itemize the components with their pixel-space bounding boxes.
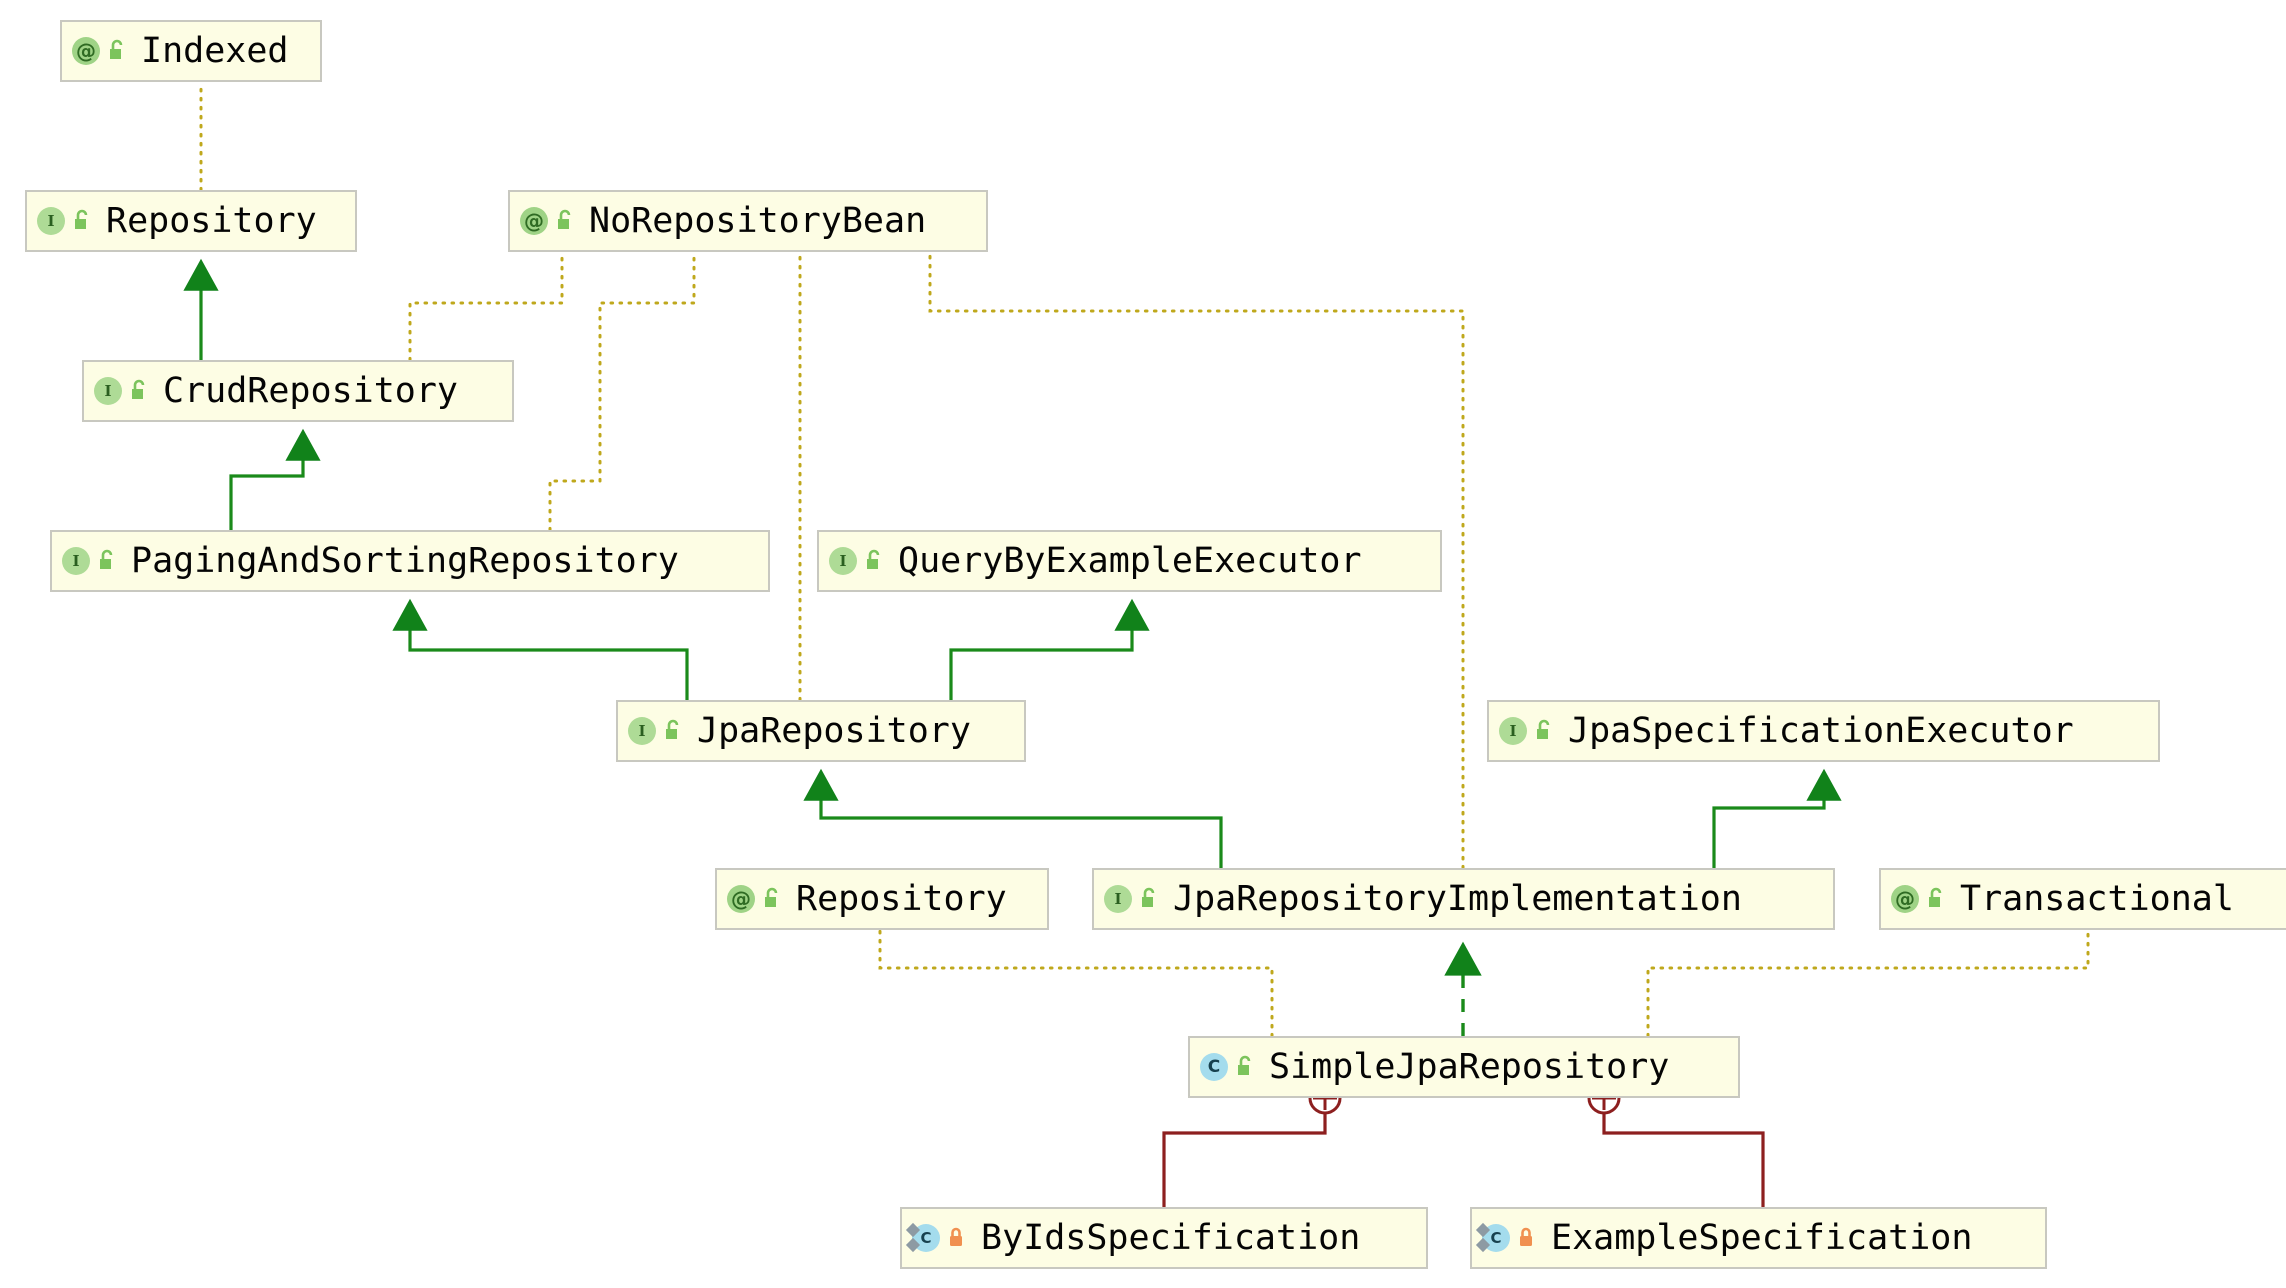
- node-label: JpaRepositoryImplementation: [1173, 879, 1742, 919]
- node-repository-annotation[interactable]: @ Repository: [715, 868, 1049, 930]
- open-lock-icon: [129, 379, 149, 403]
- closed-lock-icon: [1517, 1226, 1537, 1250]
- edge-pagingandsorting-extends-crudrepository: [229, 428, 321, 530]
- edge-jparepository-extends-pagingandsorting: [392, 598, 689, 700]
- node-label: QueryByExampleExecutor: [898, 541, 1362, 581]
- open-lock-icon: [107, 39, 127, 63]
- node-label: JpaRepository: [697, 711, 971, 751]
- open-lock-icon: [663, 719, 683, 743]
- interface-icon: I: [62, 547, 90, 575]
- node-label: Transactional: [1960, 879, 2234, 919]
- interface-icon: I: [37, 207, 65, 235]
- node-norepositorybean[interactable]: @ NoRepositoryBean: [508, 190, 988, 252]
- open-lock-icon: [1926, 887, 1946, 911]
- edge-simplejparepository-repository-annotation: [878, 928, 1274, 1038]
- annotation-icon: @: [1891, 885, 1919, 913]
- node-simplejparepository[interactable]: C SimpleJpaRepository: [1188, 1036, 1740, 1098]
- edge-jparepositoryimpl-extends-jpaspecificationexecutor: [1712, 768, 1842, 868]
- edge-examplespecification-inner-of-simplejparepository: [1602, 1112, 1765, 1207]
- open-lock-icon: [1139, 887, 1159, 911]
- uml-class-diagram-canvas: @ Indexed I Repository @ NoRepositoryBea…: [0, 0, 2286, 1288]
- edge-jparepositoryimpl-extends-jparepository: [803, 768, 1223, 868]
- closed-lock-icon: [947, 1226, 967, 1250]
- edge-pagingandsorting-norepositorybean: [548, 250, 696, 532]
- interface-icon: I: [628, 717, 656, 745]
- static-class-icon: C: [912, 1224, 940, 1252]
- open-lock-icon: [97, 549, 117, 573]
- node-label: NoRepositoryBean: [589, 201, 927, 241]
- node-repository-interface[interactable]: I Repository: [25, 190, 357, 252]
- annotation-icon: @: [72, 37, 100, 65]
- static-class-icon: C: [1482, 1224, 1510, 1252]
- interface-icon: I: [1499, 717, 1527, 745]
- open-lock-icon: [555, 209, 575, 233]
- annotation-icon: @: [520, 207, 548, 235]
- node-indexed[interactable]: @ Indexed: [60, 20, 322, 82]
- node-crudrepository[interactable]: I CrudRepository: [82, 360, 514, 422]
- node-examplespecification[interactable]: C ExampleSpecification: [1470, 1207, 2047, 1269]
- node-transactional[interactable]: @ Transactional: [1879, 868, 2286, 930]
- edge-simplejparepository-transactional: [1646, 928, 2090, 1038]
- node-jpaspecificationexecutor[interactable]: I JpaSpecificationExecutor: [1487, 700, 2160, 762]
- open-lock-icon: [72, 209, 92, 233]
- node-label: Repository: [796, 879, 1007, 919]
- node-label: Repository: [106, 201, 317, 241]
- edge-crudrepository-norepositorybean: [408, 250, 564, 362]
- node-label: SimpleJpaRepository: [1269, 1047, 1670, 1087]
- class-icon: C: [1200, 1053, 1228, 1081]
- node-label: JpaSpecificationExecutor: [1568, 711, 2074, 751]
- node-querybyexampleexecutor[interactable]: I QueryByExampleExecutor: [817, 530, 1442, 592]
- open-lock-icon: [1235, 1055, 1255, 1079]
- node-label: CrudRepository: [163, 371, 459, 411]
- node-label: Indexed: [141, 31, 289, 71]
- annotation-icon: @: [727, 885, 755, 913]
- edge-jparepository-extends-querybyexampleexecutor: [949, 598, 1150, 700]
- node-label: ExampleSpecification: [1551, 1218, 1973, 1258]
- open-lock-icon: [762, 887, 782, 911]
- node-jparepositoryimplementation[interactable]: I JpaRepositoryImplementation: [1092, 868, 1835, 930]
- node-pagingandsortingrepository[interactable]: I PagingAndSortingRepository: [50, 530, 770, 592]
- node-label: PagingAndSortingRepository: [131, 541, 679, 581]
- interface-icon: I: [829, 547, 857, 575]
- node-jparepository[interactable]: I JpaRepository: [616, 700, 1026, 762]
- interface-icon: I: [1104, 885, 1132, 913]
- interface-icon: I: [94, 377, 122, 405]
- edge-byidsspecification-inner-of-simplejparepository: [1162, 1112, 1327, 1207]
- node-label: ByIdsSpecification: [981, 1218, 1361, 1258]
- node-byidsspecification[interactable]: C ByIdsSpecification: [900, 1207, 1428, 1269]
- open-lock-icon: [864, 549, 884, 573]
- open-lock-icon: [1534, 719, 1554, 743]
